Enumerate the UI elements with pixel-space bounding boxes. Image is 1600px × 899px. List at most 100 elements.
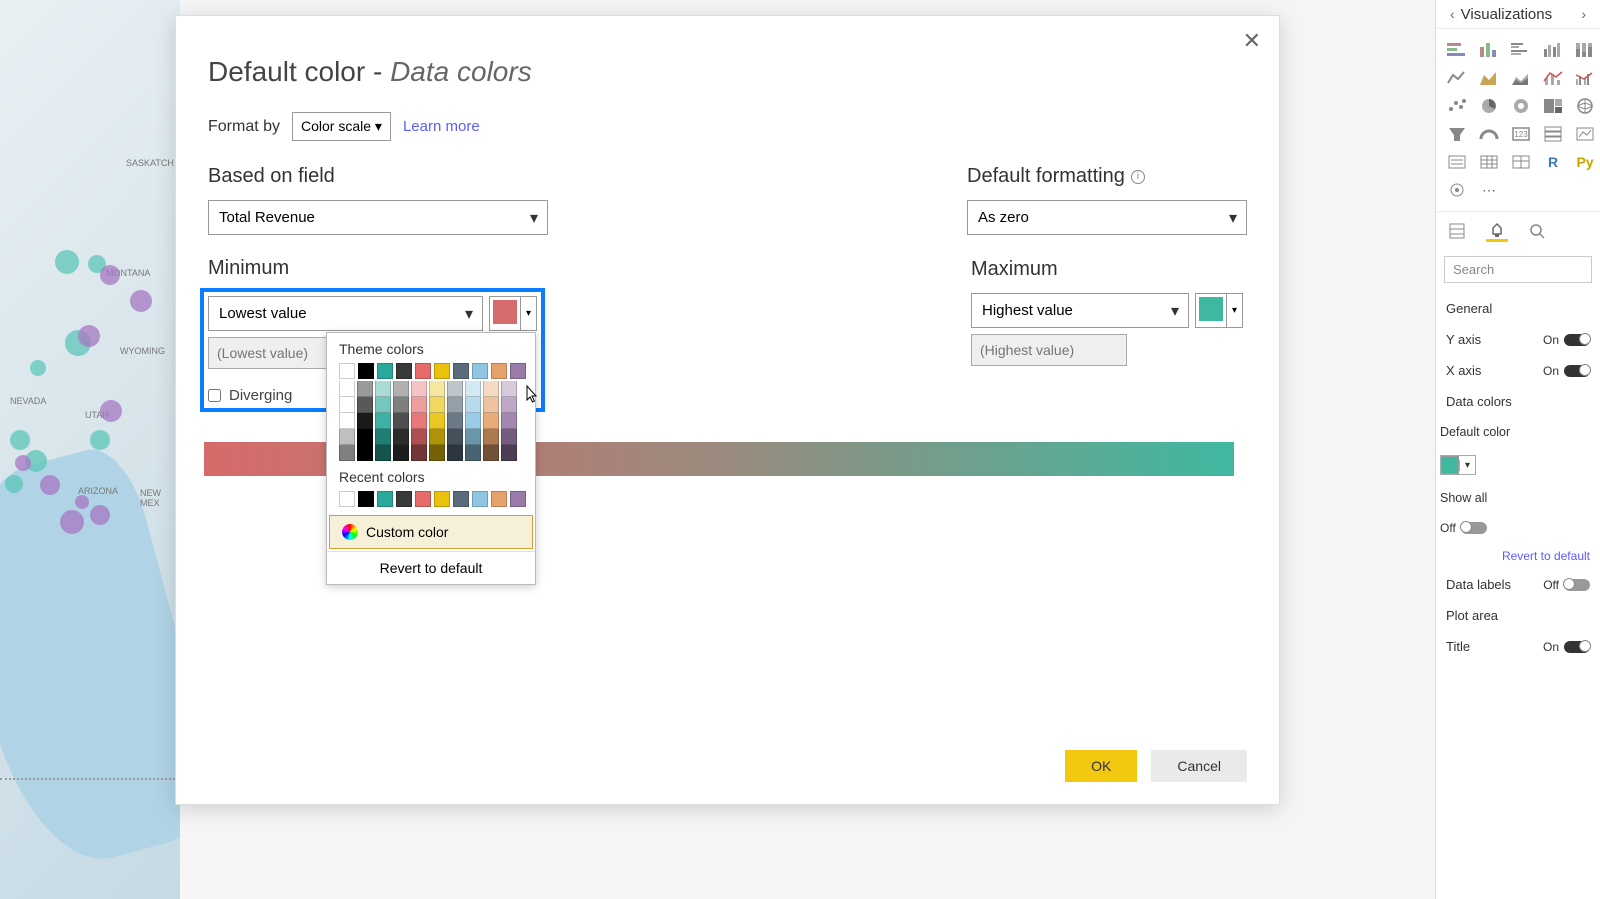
xaxis-toggle[interactable] bbox=[1564, 365, 1590, 377]
map-bubble[interactable] bbox=[60, 510, 84, 534]
map-bubble[interactable] bbox=[130, 290, 152, 312]
data-labels-toggle[interactable] bbox=[1564, 579, 1590, 591]
table-icon[interactable] bbox=[1476, 151, 1502, 173]
color-swatch[interactable] bbox=[396, 363, 412, 379]
map-bubble[interactable] bbox=[75, 495, 89, 509]
color-swatch[interactable] bbox=[447, 429, 463, 445]
map-icon[interactable] bbox=[1572, 95, 1598, 117]
funnel-icon[interactable] bbox=[1444, 123, 1470, 145]
color-swatch[interactable] bbox=[429, 413, 445, 429]
multi-row-card-icon[interactable] bbox=[1540, 123, 1566, 145]
minimum-color-button[interactable]: ▾ bbox=[489, 296, 537, 331]
diverging-checkbox[interactable] bbox=[208, 389, 221, 402]
clustered-bar-icon[interactable] bbox=[1508, 39, 1534, 61]
r-visual-icon[interactable]: R bbox=[1540, 151, 1566, 173]
color-swatch[interactable] bbox=[447, 381, 463, 397]
color-swatch[interactable] bbox=[375, 397, 391, 413]
color-swatch[interactable] bbox=[339, 445, 355, 461]
color-swatch[interactable] bbox=[465, 429, 481, 445]
color-swatch[interactable] bbox=[465, 445, 481, 461]
color-swatch[interactable] bbox=[415, 363, 431, 379]
color-swatch[interactable] bbox=[339, 413, 355, 429]
color-swatch[interactable] bbox=[447, 445, 463, 461]
map-bubble[interactable] bbox=[40, 475, 60, 495]
map-bubble[interactable] bbox=[10, 430, 30, 450]
color-swatch[interactable] bbox=[411, 381, 427, 397]
revert-default-link[interactable]: Revert to default bbox=[1436, 543, 1600, 569]
clustered-column-icon[interactable] bbox=[1540, 39, 1566, 61]
map-bubble[interactable] bbox=[5, 475, 23, 493]
fields-tab-icon[interactable] bbox=[1446, 220, 1468, 242]
color-swatch[interactable] bbox=[434, 363, 450, 379]
show-all-toggle[interactable] bbox=[1461, 522, 1487, 534]
color-swatch[interactable] bbox=[434, 491, 450, 507]
color-swatch[interactable] bbox=[483, 397, 499, 413]
color-swatch[interactable] bbox=[375, 381, 391, 397]
color-swatch[interactable] bbox=[465, 397, 481, 413]
format-tab-icon[interactable] bbox=[1486, 220, 1508, 242]
color-swatch[interactable] bbox=[465, 413, 481, 429]
line-column-icon[interactable] bbox=[1540, 67, 1566, 89]
color-swatch[interactable] bbox=[501, 429, 517, 445]
color-swatch[interactable] bbox=[429, 429, 445, 445]
color-swatch[interactable] bbox=[415, 491, 431, 507]
more-icon[interactable]: ⋯ bbox=[1476, 179, 1502, 201]
collapse-right-icon[interactable]: › bbox=[1575, 4, 1592, 24]
color-swatch[interactable] bbox=[357, 445, 373, 461]
map-bubble[interactable] bbox=[30, 360, 46, 376]
color-swatch[interactable] bbox=[375, 413, 391, 429]
color-swatch[interactable] bbox=[357, 429, 373, 445]
title-toggle[interactable] bbox=[1564, 641, 1590, 653]
slicer-icon[interactable] bbox=[1444, 151, 1470, 173]
default-color-chip-button[interactable]: ▾ bbox=[1440, 455, 1476, 475]
color-swatch[interactable] bbox=[358, 363, 374, 379]
chevron-down-icon[interactable]: ▾ bbox=[1226, 294, 1242, 327]
color-swatch[interactable] bbox=[501, 413, 517, 429]
color-swatch[interactable] bbox=[377, 491, 393, 507]
color-swatch[interactable] bbox=[393, 381, 409, 397]
map-bubble[interactable] bbox=[15, 455, 31, 471]
color-swatch[interactable] bbox=[396, 491, 412, 507]
stacked-bar-icon[interactable] bbox=[1444, 39, 1470, 61]
based-on-field-select[interactable]: Total Revenue bbox=[208, 200, 548, 235]
stacked-column-icon[interactable] bbox=[1476, 39, 1502, 61]
treemap-icon[interactable] bbox=[1540, 95, 1566, 117]
color-swatch[interactable] bbox=[501, 445, 517, 461]
color-swatch[interactable] bbox=[377, 363, 393, 379]
key-influencers-icon[interactable] bbox=[1444, 179, 1470, 201]
chevron-down-icon[interactable]: ▾ bbox=[1459, 460, 1475, 471]
color-swatch[interactable] bbox=[339, 397, 355, 413]
color-swatch[interactable] bbox=[357, 381, 373, 397]
color-swatch[interactable] bbox=[339, 429, 355, 445]
color-swatch[interactable] bbox=[483, 413, 499, 429]
format-title[interactable]: Title On bbox=[1436, 631, 1600, 662]
python-visual-icon[interactable]: Py bbox=[1572, 151, 1598, 173]
color-swatch[interactable] bbox=[429, 445, 445, 461]
maximum-value-select[interactable]: Highest value bbox=[971, 293, 1189, 328]
gauge-icon[interactable] bbox=[1476, 123, 1502, 145]
chevron-down-icon[interactable]: ▾ bbox=[520, 297, 536, 330]
donut-icon[interactable] bbox=[1508, 95, 1534, 117]
color-swatch[interactable] bbox=[447, 397, 463, 413]
color-swatch[interactable] bbox=[501, 381, 517, 397]
color-swatch[interactable] bbox=[491, 491, 507, 507]
info-icon[interactable]: i bbox=[1131, 170, 1145, 184]
custom-color-button[interactable]: Custom color bbox=[329, 515, 533, 549]
format-by-select[interactable]: Color scale ▾ bbox=[292, 112, 391, 141]
color-swatch[interactable] bbox=[339, 491, 355, 507]
color-swatch[interactable] bbox=[483, 429, 499, 445]
color-swatch[interactable] bbox=[501, 397, 517, 413]
color-swatch[interactable] bbox=[472, 363, 488, 379]
ok-button[interactable]: OK bbox=[1065, 750, 1137, 782]
format-data-colors[interactable]: Data colors bbox=[1436, 386, 1600, 417]
learn-more-link[interactable]: Learn more bbox=[403, 118, 480, 135]
maximum-color-button[interactable]: ▾ bbox=[1195, 293, 1243, 328]
kpi-icon[interactable] bbox=[1572, 123, 1598, 145]
map-bubble[interactable] bbox=[100, 265, 120, 285]
map-bubble[interactable] bbox=[90, 430, 110, 450]
color-swatch[interactable] bbox=[465, 381, 481, 397]
color-swatch[interactable] bbox=[393, 397, 409, 413]
color-swatch[interactable] bbox=[411, 413, 427, 429]
color-swatch[interactable] bbox=[411, 429, 427, 445]
color-swatch[interactable] bbox=[357, 397, 373, 413]
